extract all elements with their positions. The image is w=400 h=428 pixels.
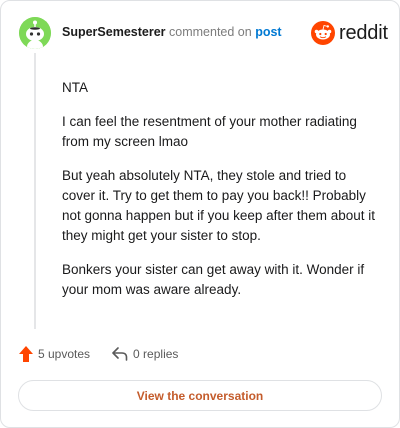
comment-header: SuperSemesterer commented on post <box>62 25 282 39</box>
comment-paragraph: NTA <box>62 80 88 95</box>
view-conversation-button[interactable]: View the conversation <box>18 380 382 411</box>
comment-actions: 5 upvotes 0 replies <box>19 346 200 362</box>
comment-paragraph: Bonkers your sister can get away with it… <box>62 262 365 297</box>
reply-button[interactable]: 0 replies <box>112 347 178 361</box>
upvote-arrow-icon <box>19 346 33 362</box>
reddit-logo[interactable]: reddit <box>311 21 388 45</box>
reddit-wordmark: reddit <box>339 21 388 44</box>
snoo-avatar-icon <box>19 17 51 49</box>
commented-on-text: commented on <box>169 25 252 39</box>
thread-line <box>34 53 36 329</box>
user-avatar[interactable] <box>19 17 51 49</box>
reply-count: 0 replies <box>133 347 179 361</box>
post-link[interactable]: post <box>255 25 281 39</box>
username-link[interactable]: SuperSemesterer <box>62 25 166 39</box>
comment-body: NTA I can feel the resentment of your mo… <box>62 78 380 314</box>
comment-paragraph: I can feel the resentment of your mother… <box>62 114 357 149</box>
upvote-count: 5 upvotes <box>38 347 91 361</box>
comment-paragraph: But yeah absolutely NTA, they stole and … <box>62 168 375 243</box>
reddit-snoo-icon <box>311 21 335 45</box>
comment-card: SuperSemesterer commented on post reddit… <box>0 0 400 428</box>
reply-arrow-icon <box>112 347 128 361</box>
upvote-button[interactable]: 5 upvotes <box>19 346 90 362</box>
